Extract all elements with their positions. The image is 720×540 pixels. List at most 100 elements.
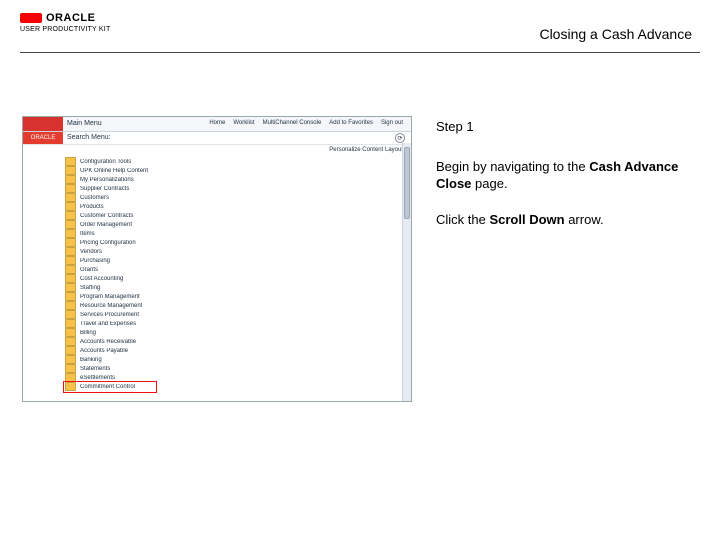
tab-favorites[interactable]: Add to Favorites — [327, 119, 375, 129]
nav-item-label: Services Procurement — [80, 312, 139, 318]
p1-text-a: Begin by navigating to the — [436, 159, 589, 174]
nav-item[interactable]: Cost Accounting — [65, 274, 189, 283]
nav-item[interactable]: Pricing Configuration — [65, 238, 189, 247]
nav-item-label: Billing — [80, 330, 96, 336]
instruction-paragraph-2: Click the Scroll Down arrow. — [436, 211, 692, 229]
nav-item-label: Staffing — [80, 285, 100, 291]
nav-item-label: Products — [80, 204, 104, 210]
app-subbar: ORACLE Search Menu: ⟳ — [23, 132, 411, 145]
nav-item[interactable]: Services Procurement — [65, 310, 189, 319]
nav-item-label: Configuration Tools — [80, 159, 131, 165]
nav-item[interactable]: Travel and Expenses — [65, 319, 189, 328]
folder-icon — [65, 256, 76, 265]
personalize-link[interactable]: Personalize Content Layout — [329, 147, 403, 153]
refresh-icon[interactable]: ⟳ — [395, 133, 405, 143]
nav-item-label: Statements — [80, 366, 110, 372]
p2-text-c: arrow. — [565, 212, 604, 227]
nav-item[interactable]: Customers — [65, 193, 189, 202]
nav-item[interactable]: Accounts Receivable — [65, 337, 189, 346]
nav-item[interactable]: Products — [65, 202, 189, 211]
folder-icon — [65, 283, 76, 292]
folder-icon — [65, 337, 76, 346]
app-screenshot: Main Menu Home Worklist MultiChannel Con… — [22, 116, 412, 402]
nav-item[interactable]: Banking — [65, 355, 189, 364]
header-divider — [20, 52, 700, 53]
nav-item[interactable]: Resource Management — [65, 301, 189, 310]
nav-item-label: Pricing Configuration — [80, 240, 136, 246]
folder-icon — [65, 274, 76, 283]
nav-item-label: Order Management — [80, 222, 132, 228]
app-topbar: Main Menu Home Worklist MultiChannel Con… — [23, 117, 411, 132]
folder-icon — [65, 202, 76, 211]
folder-icon — [65, 301, 76, 310]
tab-home[interactable]: Home — [207, 119, 227, 129]
nav-item[interactable]: Grants — [65, 265, 189, 274]
tab-console[interactable]: MultiChannel Console — [261, 119, 324, 129]
nav-item-label: Purchasing — [80, 258, 110, 264]
nav-item[interactable]: My Personalizations — [65, 175, 189, 184]
folder-icon — [65, 220, 76, 229]
oracle-tag: ORACLE — [23, 132, 63, 144]
p2-text-a: Click the — [436, 212, 489, 227]
nav-item[interactable]: UPK Online Help Content — [65, 166, 189, 175]
nav-item[interactable]: Staffing — [65, 283, 189, 292]
nav-item[interactable]: Billing — [65, 328, 189, 337]
oracle-logo-mark — [20, 13, 42, 23]
main-menu-label: Main Menu — [63, 117, 201, 131]
instructions-panel: Step 1 Begin by navigating to the Cash A… — [436, 118, 692, 246]
nav-item[interactable]: Accounts Payable — [65, 346, 189, 355]
search-menu-label: Search Menu: — [63, 132, 395, 144]
instruction-paragraph-1: Begin by navigating to the Cash Advance … — [436, 158, 692, 193]
page: ORACLE USER PRODUCTIVITY KIT Closing a C… — [0, 0, 720, 540]
nav-item-label: Customer Contracts — [80, 213, 133, 219]
nav-item[interactable]: Purchasing — [65, 256, 189, 265]
folder-icon — [65, 328, 76, 337]
nav-item-label: Travel and Expenses — [80, 321, 136, 327]
folder-icon — [65, 211, 76, 220]
nav-item[interactable]: Vendors — [65, 247, 189, 256]
nav-tree: Configuration Tools UPK Online Help Conte… — [65, 157, 189, 391]
nav-item-label: Accounts Payable — [80, 348, 128, 354]
p1-text-c: page. — [471, 176, 507, 191]
tab-worklist[interactable]: Worklist — [231, 119, 256, 129]
step-label: Step 1 — [436, 118, 692, 136]
kit-text: USER PRODUCTIVITY KIT — [20, 26, 110, 33]
folder-icon — [65, 193, 76, 202]
folder-icon — [65, 265, 76, 274]
folder-icon — [65, 310, 76, 319]
folder-icon — [65, 184, 76, 193]
topbar-tabs: Home Worklist MultiChannel Console Add t… — [201, 117, 411, 131]
nav-item-label: Cost Accounting — [80, 276, 123, 282]
nav-item-label: UPK Online Help Content — [80, 168, 148, 174]
nav-item[interactable]: Statements — [65, 364, 189, 373]
folder-icon — [65, 238, 76, 247]
folder-icon — [65, 229, 76, 238]
folder-icon — [65, 175, 76, 184]
p2-bold: Scroll Down — [489, 212, 564, 227]
nav-item[interactable]: Configuration Tools — [65, 157, 189, 166]
nav-item[interactable]: Customer Contracts — [65, 211, 189, 220]
nav-item-label: eSettlements — [80, 375, 115, 381]
brand-text: ORACLE — [46, 12, 95, 24]
nav-item-label: Program Management — [80, 294, 140, 300]
nav-item-label: My Personalizations — [80, 177, 134, 183]
folder-icon — [65, 157, 76, 166]
nav-item[interactable]: Program Management — [65, 292, 189, 301]
scrollbar-thumb[interactable] — [404, 147, 410, 219]
tab-signout[interactable]: Sign out — [379, 119, 405, 129]
nav-item-label: Supplier Contracts — [80, 186, 129, 192]
topbar-accent — [23, 117, 63, 131]
nav-item-label: Accounts Receivable — [80, 339, 136, 345]
nav-item-label: Banking — [80, 357, 102, 363]
folder-icon — [65, 364, 76, 373]
nav-item[interactable]: Supplier Contracts — [65, 184, 189, 193]
page-title: Closing a Cash Advance — [539, 26, 692, 42]
nav-item-label: Items — [80, 231, 95, 237]
nav-item[interactable]: Items — [65, 229, 189, 238]
folder-icon — [65, 355, 76, 364]
folder-icon — [65, 319, 76, 328]
scrollbar[interactable] — [402, 143, 411, 401]
folder-icon — [65, 346, 76, 355]
nav-item[interactable]: Order Management — [65, 220, 189, 229]
folder-icon — [65, 247, 76, 256]
